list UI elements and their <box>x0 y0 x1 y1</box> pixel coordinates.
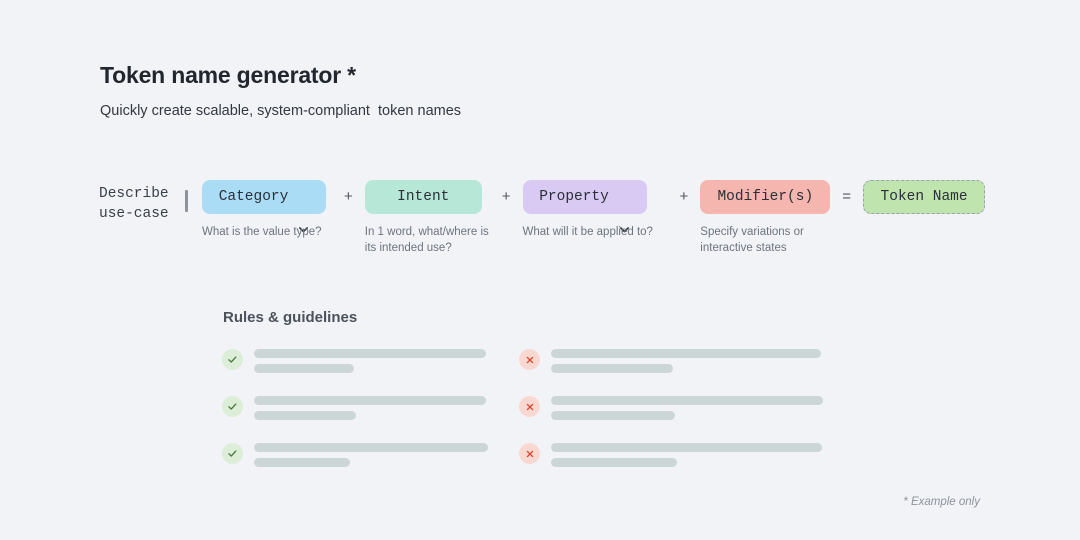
modifier-pill[interactable]: Modifier(s) <box>700 180 831 214</box>
footnote: * Example only <box>903 496 980 508</box>
skeleton-bar-long <box>551 349 821 358</box>
rule-skeleton-lines <box>254 439 488 467</box>
skeleton-bar-short <box>551 458 677 467</box>
builder-slot-category: Category What is the value type? <box>202 180 332 240</box>
builder-slot-result: Token Name <box>863 180 986 214</box>
list-item <box>222 392 488 439</box>
property-pill-label: Property <box>539 189 609 205</box>
list-item <box>222 345 488 392</box>
skeleton-bar-short <box>254 458 350 467</box>
page-header: Token name generator * Quickly create sc… <box>100 62 461 119</box>
page-subtitle: Quickly create scalable, system-complian… <box>100 103 462 119</box>
skeleton-bar-long <box>551 443 822 452</box>
skeleton-bar-short <box>254 364 354 373</box>
token-builder: Describe use-case Category What is the v… <box>99 180 986 256</box>
skeleton-bar-short <box>551 364 673 373</box>
skeleton-bar-short <box>254 411 356 420</box>
skeleton-bar-short <box>551 411 675 420</box>
x-circle-icon <box>519 443 540 464</box>
chevron-down-icon[interactable] <box>619 192 630 232</box>
check-circle-icon <box>222 349 243 370</box>
token-name-result-label: Token Name <box>880 189 968 205</box>
intent-pill-label: Intent <box>397 189 450 205</box>
list-item <box>519 392 823 439</box>
rules-columns <box>0 345 1080 485</box>
rule-skeleton-lines <box>254 345 486 373</box>
list-item <box>222 439 488 486</box>
rule-skeleton-lines <box>551 345 821 373</box>
chevron-down-icon[interactable] <box>298 192 309 232</box>
check-circle-icon <box>222 396 243 417</box>
list-item <box>519 439 823 486</box>
skeleton-bar-long <box>551 396 823 405</box>
check-circle-icon <box>222 443 243 464</box>
intent-pill[interactable]: Intent <box>364 180 482 214</box>
skeleton-bar-long <box>254 396 486 405</box>
builder-slot-intent: Intent In 1 word, what/where is its inte… <box>364 180 490 256</box>
operator-equals: = <box>842 188 852 205</box>
rule-skeleton-lines <box>551 439 822 467</box>
operator-plus-1: + <box>344 188 353 205</box>
operator-plus-3: + <box>679 188 689 205</box>
intent-helper-text: In 1 word, what/where is its intended us… <box>364 226 489 254</box>
rules-column-do <box>222 345 488 486</box>
operator-plus-2: + <box>501 188 511 205</box>
rule-skeleton-lines <box>551 392 823 420</box>
modifier-pill-label: Modifier(s) <box>717 189 814 205</box>
rules-column-dont <box>519 345 823 486</box>
category-pill[interactable]: Category <box>202 180 326 232</box>
category-helper-text: What is the value type? <box>202 226 322 238</box>
skeleton-bar-long <box>254 349 486 358</box>
skeleton-bar-long <box>254 443 488 452</box>
token-name-result-pill: Token Name <box>863 180 986 214</box>
modifier-helper-text: Specify variations or interactive states <box>700 226 804 254</box>
describe-use-case-label: Describe use-case <box>99 186 169 222</box>
x-circle-icon <box>519 396 540 417</box>
property-pill[interactable]: Property <box>522 180 647 232</box>
page-title: Token name generator * <box>100 62 356 88</box>
rules-heading: Rules & guidelines <box>223 309 358 326</box>
list-item <box>519 345 823 392</box>
x-circle-icon <box>519 349 540 370</box>
category-pill-label: Category <box>218 189 289 205</box>
builder-slot-property: Property What will it be applied to? <box>522 180 668 240</box>
builder-divider <box>185 190 188 212</box>
property-helper-text: What will it be applied to? <box>522 226 653 238</box>
builder-slot-modifier: Modifier(s) Specify variations or intera… <box>700 180 831 256</box>
rule-skeleton-lines <box>254 392 486 420</box>
token-name-generator-page: Token name generator * Quickly create sc… <box>0 0 1080 540</box>
